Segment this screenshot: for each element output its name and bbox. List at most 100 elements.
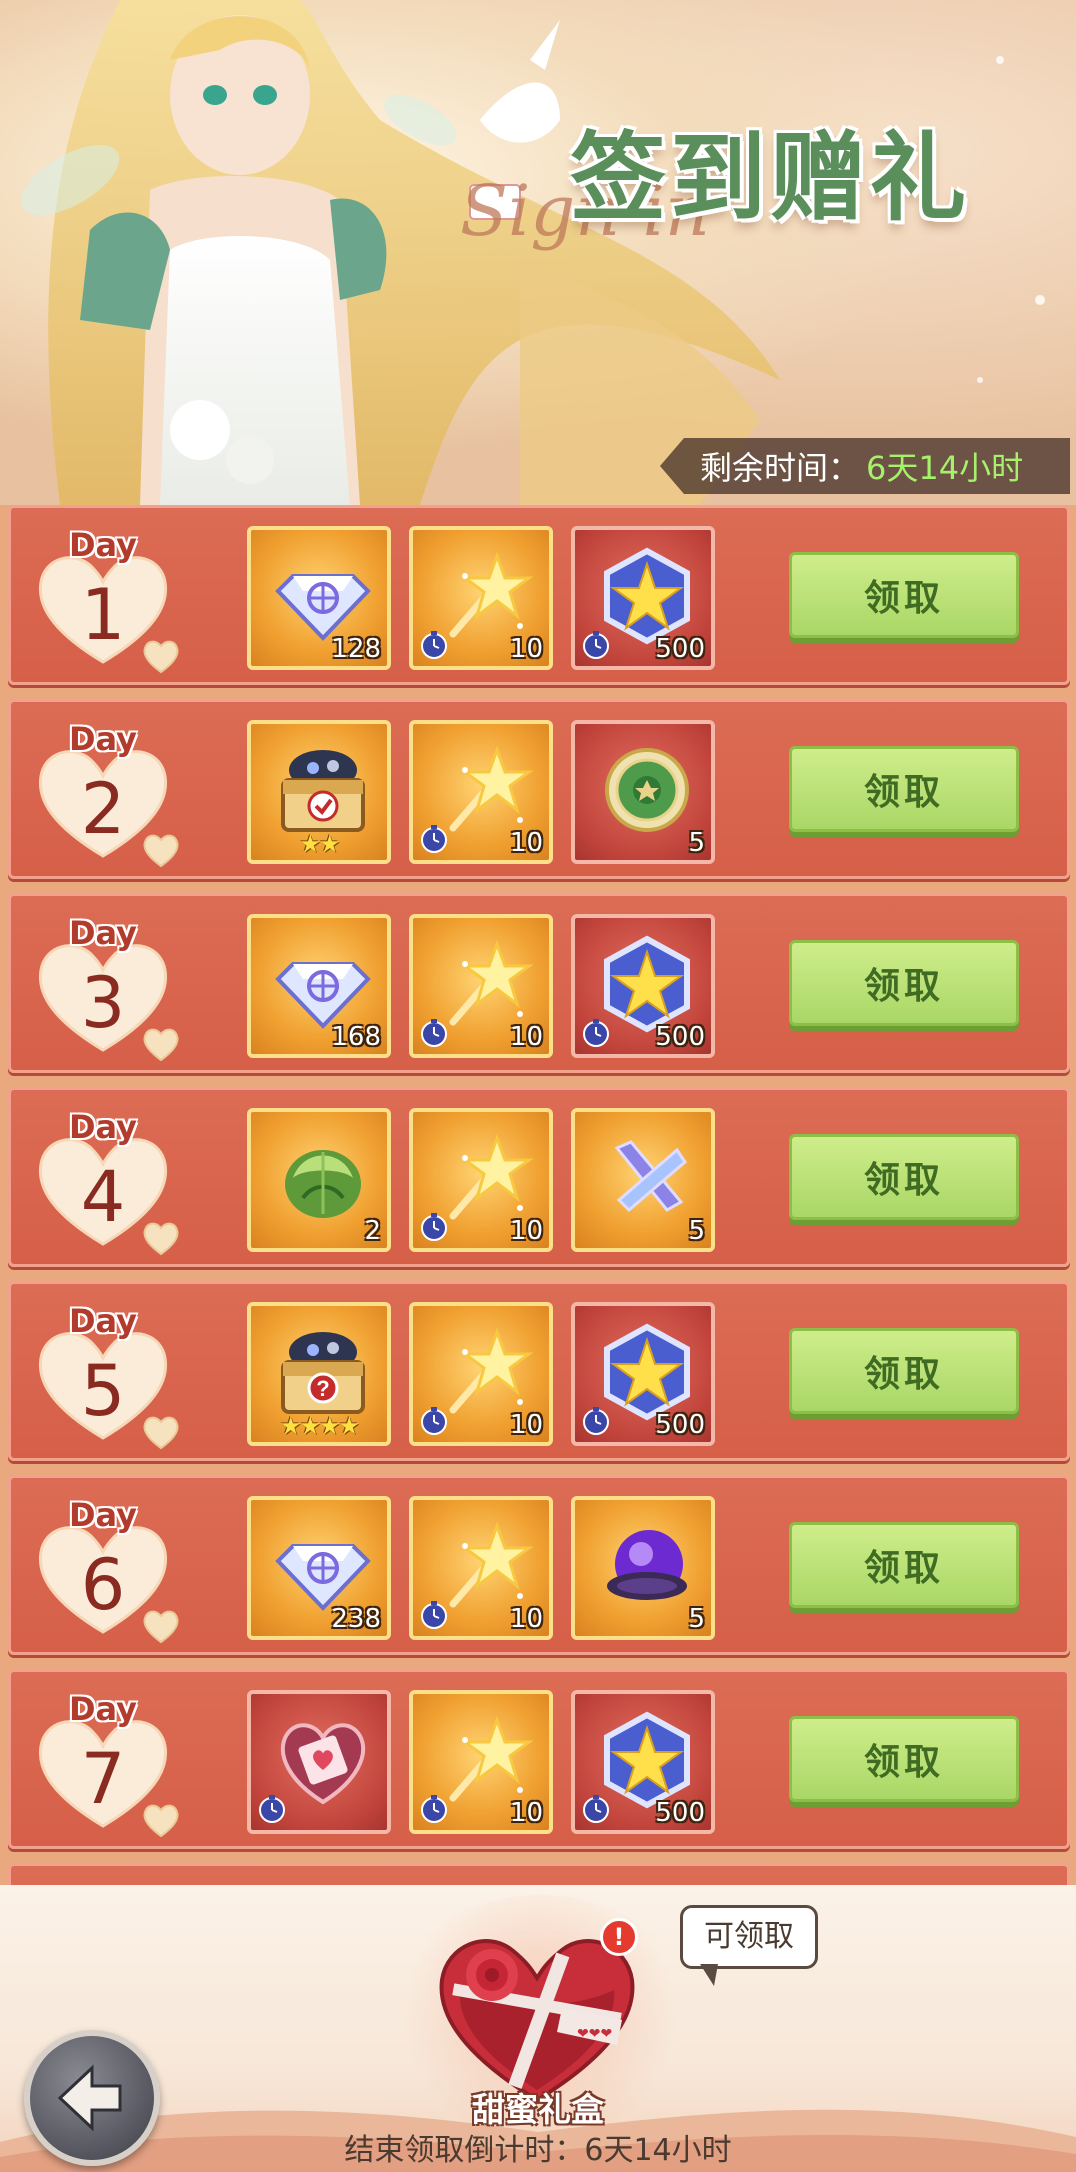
claim-button[interactable]: 领取 (789, 1522, 1019, 1608)
reward-item[interactable]: 128 (247, 526, 391, 670)
claim-button[interactable]: 领取 (789, 1328, 1019, 1414)
day-label: Day (68, 526, 138, 564)
star-badge-icon (597, 934, 697, 1034)
small-heart-icon (141, 1608, 181, 1644)
small-heart-icon (141, 1414, 181, 1450)
reward-item[interactable]: 10 (409, 1108, 553, 1252)
reward-item[interactable]: 10 (409, 720, 553, 864)
claim-button[interactable]: 领取 (789, 552, 1019, 638)
green-medal-icon (597, 740, 697, 840)
star-badge-icon (597, 546, 697, 646)
day-label: Day (68, 914, 138, 952)
clock-icon (419, 824, 449, 854)
love-card-icon (273, 1710, 373, 1810)
clock-icon (581, 1794, 611, 1824)
small-heart-icon (141, 1026, 181, 1062)
day-heart-badge: Day 6 (33, 1496, 183, 1644)
remaining-time-label: 剩余时间： (700, 449, 861, 487)
small-heart-icon (141, 832, 181, 868)
item-quantity: 168 (331, 1022, 381, 1052)
reward-row-day-3: Day 3 168 10 500 领取 (8, 893, 1070, 1073)
reward-row-day-7: Day 7 10 500 领取 (8, 1669, 1070, 1849)
day-heart-badge: Day 2 (33, 720, 183, 868)
reward-row-day-5: Day 5? ★★★★ 10 500 领取 (8, 1281, 1070, 1461)
clock-icon (257, 1794, 287, 1824)
elf-character-art (20, 0, 1045, 505)
day-heart-badge: Day 3 (33, 914, 183, 1062)
reward-item[interactable]: 10 (409, 1690, 553, 1834)
diamond-icon (273, 934, 373, 1034)
star-wand-icon (435, 546, 535, 646)
remaining-time-value: 6天14小时 (866, 449, 1024, 487)
clock-icon (419, 1600, 449, 1630)
green-crystal-icon (273, 1128, 373, 1228)
day-heart-badge: Day 4 (33, 1108, 183, 1256)
star-wand-icon (435, 1710, 535, 1810)
item-quantity: 10 (509, 634, 543, 664)
reward-item[interactable]: 500 (571, 914, 715, 1058)
reward-item[interactable]: ? ★★★★ (247, 1302, 391, 1446)
reward-item[interactable]: 10 (409, 1496, 553, 1640)
reward-item[interactable]: 10 (409, 526, 553, 670)
countdown-value: 6天14小时 (584, 2133, 732, 2168)
reward-row-day-2: Day 2 ★★ 10 5 领取 (8, 699, 1070, 879)
claim-button[interactable]: 领取 (789, 1716, 1019, 1802)
reward-item[interactable]: 500 (571, 1690, 715, 1834)
item-quantity: 500 (655, 1022, 705, 1052)
diamond-icon (273, 1516, 373, 1616)
day-label: Day (68, 720, 138, 758)
star-rating: ★★ (299, 830, 340, 858)
reward-item[interactable]: ★★ (247, 720, 391, 864)
banner-title: 签到赠礼 (570, 122, 970, 234)
item-quantity: 10 (509, 1022, 543, 1052)
item-quantity: 5 (688, 1216, 705, 1246)
clock-icon (419, 1018, 449, 1048)
svg-text:❤❤❤: ❤❤❤ (577, 2025, 612, 2041)
small-heart-icon (141, 638, 181, 674)
item-quantity: 128 (331, 634, 381, 664)
star-wand-icon (435, 1128, 535, 1228)
star-wand-icon (435, 1516, 535, 1616)
diamond-icon (273, 546, 373, 646)
star-badge-icon (597, 1322, 697, 1422)
item-quantity: 500 (655, 1798, 705, 1828)
day-label: Day (68, 1496, 138, 1534)
reward-item[interactable]: 2 (247, 1108, 391, 1252)
reward-item[interactable]: 5 (571, 1108, 715, 1252)
clock-icon (581, 1406, 611, 1436)
item-quantity: 10 (509, 1216, 543, 1246)
alert-badge: ! (600, 1918, 638, 1956)
claim-button[interactable]: 领取 (789, 746, 1019, 832)
reward-item[interactable]: 500 (571, 1302, 715, 1446)
day-label: Day (68, 1690, 138, 1728)
day-heart-badge: Day 1 (33, 526, 183, 674)
gift-box-label: 甜蜜礼盒 (472, 2090, 604, 2129)
day-heart-badge: Day 7 (33, 1690, 183, 1838)
reward-item[interactable]: 10 (409, 1302, 553, 1446)
star-badge-icon (597, 1710, 697, 1810)
reward-item[interactable]: 238 (247, 1496, 391, 1640)
claim-button[interactable]: 领取 (789, 1134, 1019, 1220)
item-quantity: 2 (364, 1216, 381, 1246)
remaining-time-badge: 剩余时间： 6天14小时 (660, 438, 1070, 494)
item-quantity: 10 (509, 828, 543, 858)
reward-row-day-1: Day 1 128 10 500 领取 (8, 505, 1070, 685)
day-label: Day (68, 1302, 138, 1340)
claim-button[interactable]: 领取 (789, 940, 1019, 1026)
svg-text:?: ? (316, 1376, 329, 1401)
small-heart-icon (141, 1220, 181, 1256)
countdown-label: 结束领取倒计时： (344, 2133, 585, 2168)
clock-icon (419, 1406, 449, 1436)
clock-icon (419, 1212, 449, 1242)
star-wand-icon (435, 934, 535, 1034)
reward-item[interactable]: 5 (571, 1496, 715, 1640)
reward-row-day-4: Day 4 2 10 5 领取 (8, 1087, 1070, 1267)
reward-item[interactable]: 10 (409, 914, 553, 1058)
item-quantity: 500 (655, 1410, 705, 1440)
reward-item[interactable] (247, 1690, 391, 1834)
claimable-bubble: 可领取 (680, 1905, 818, 1969)
reward-item[interactable]: 500 (571, 526, 715, 670)
reward-item[interactable]: 5 (571, 720, 715, 864)
reward-item[interactable]: 168 (247, 914, 391, 1058)
star-rating: ★★★★ (279, 1412, 360, 1440)
